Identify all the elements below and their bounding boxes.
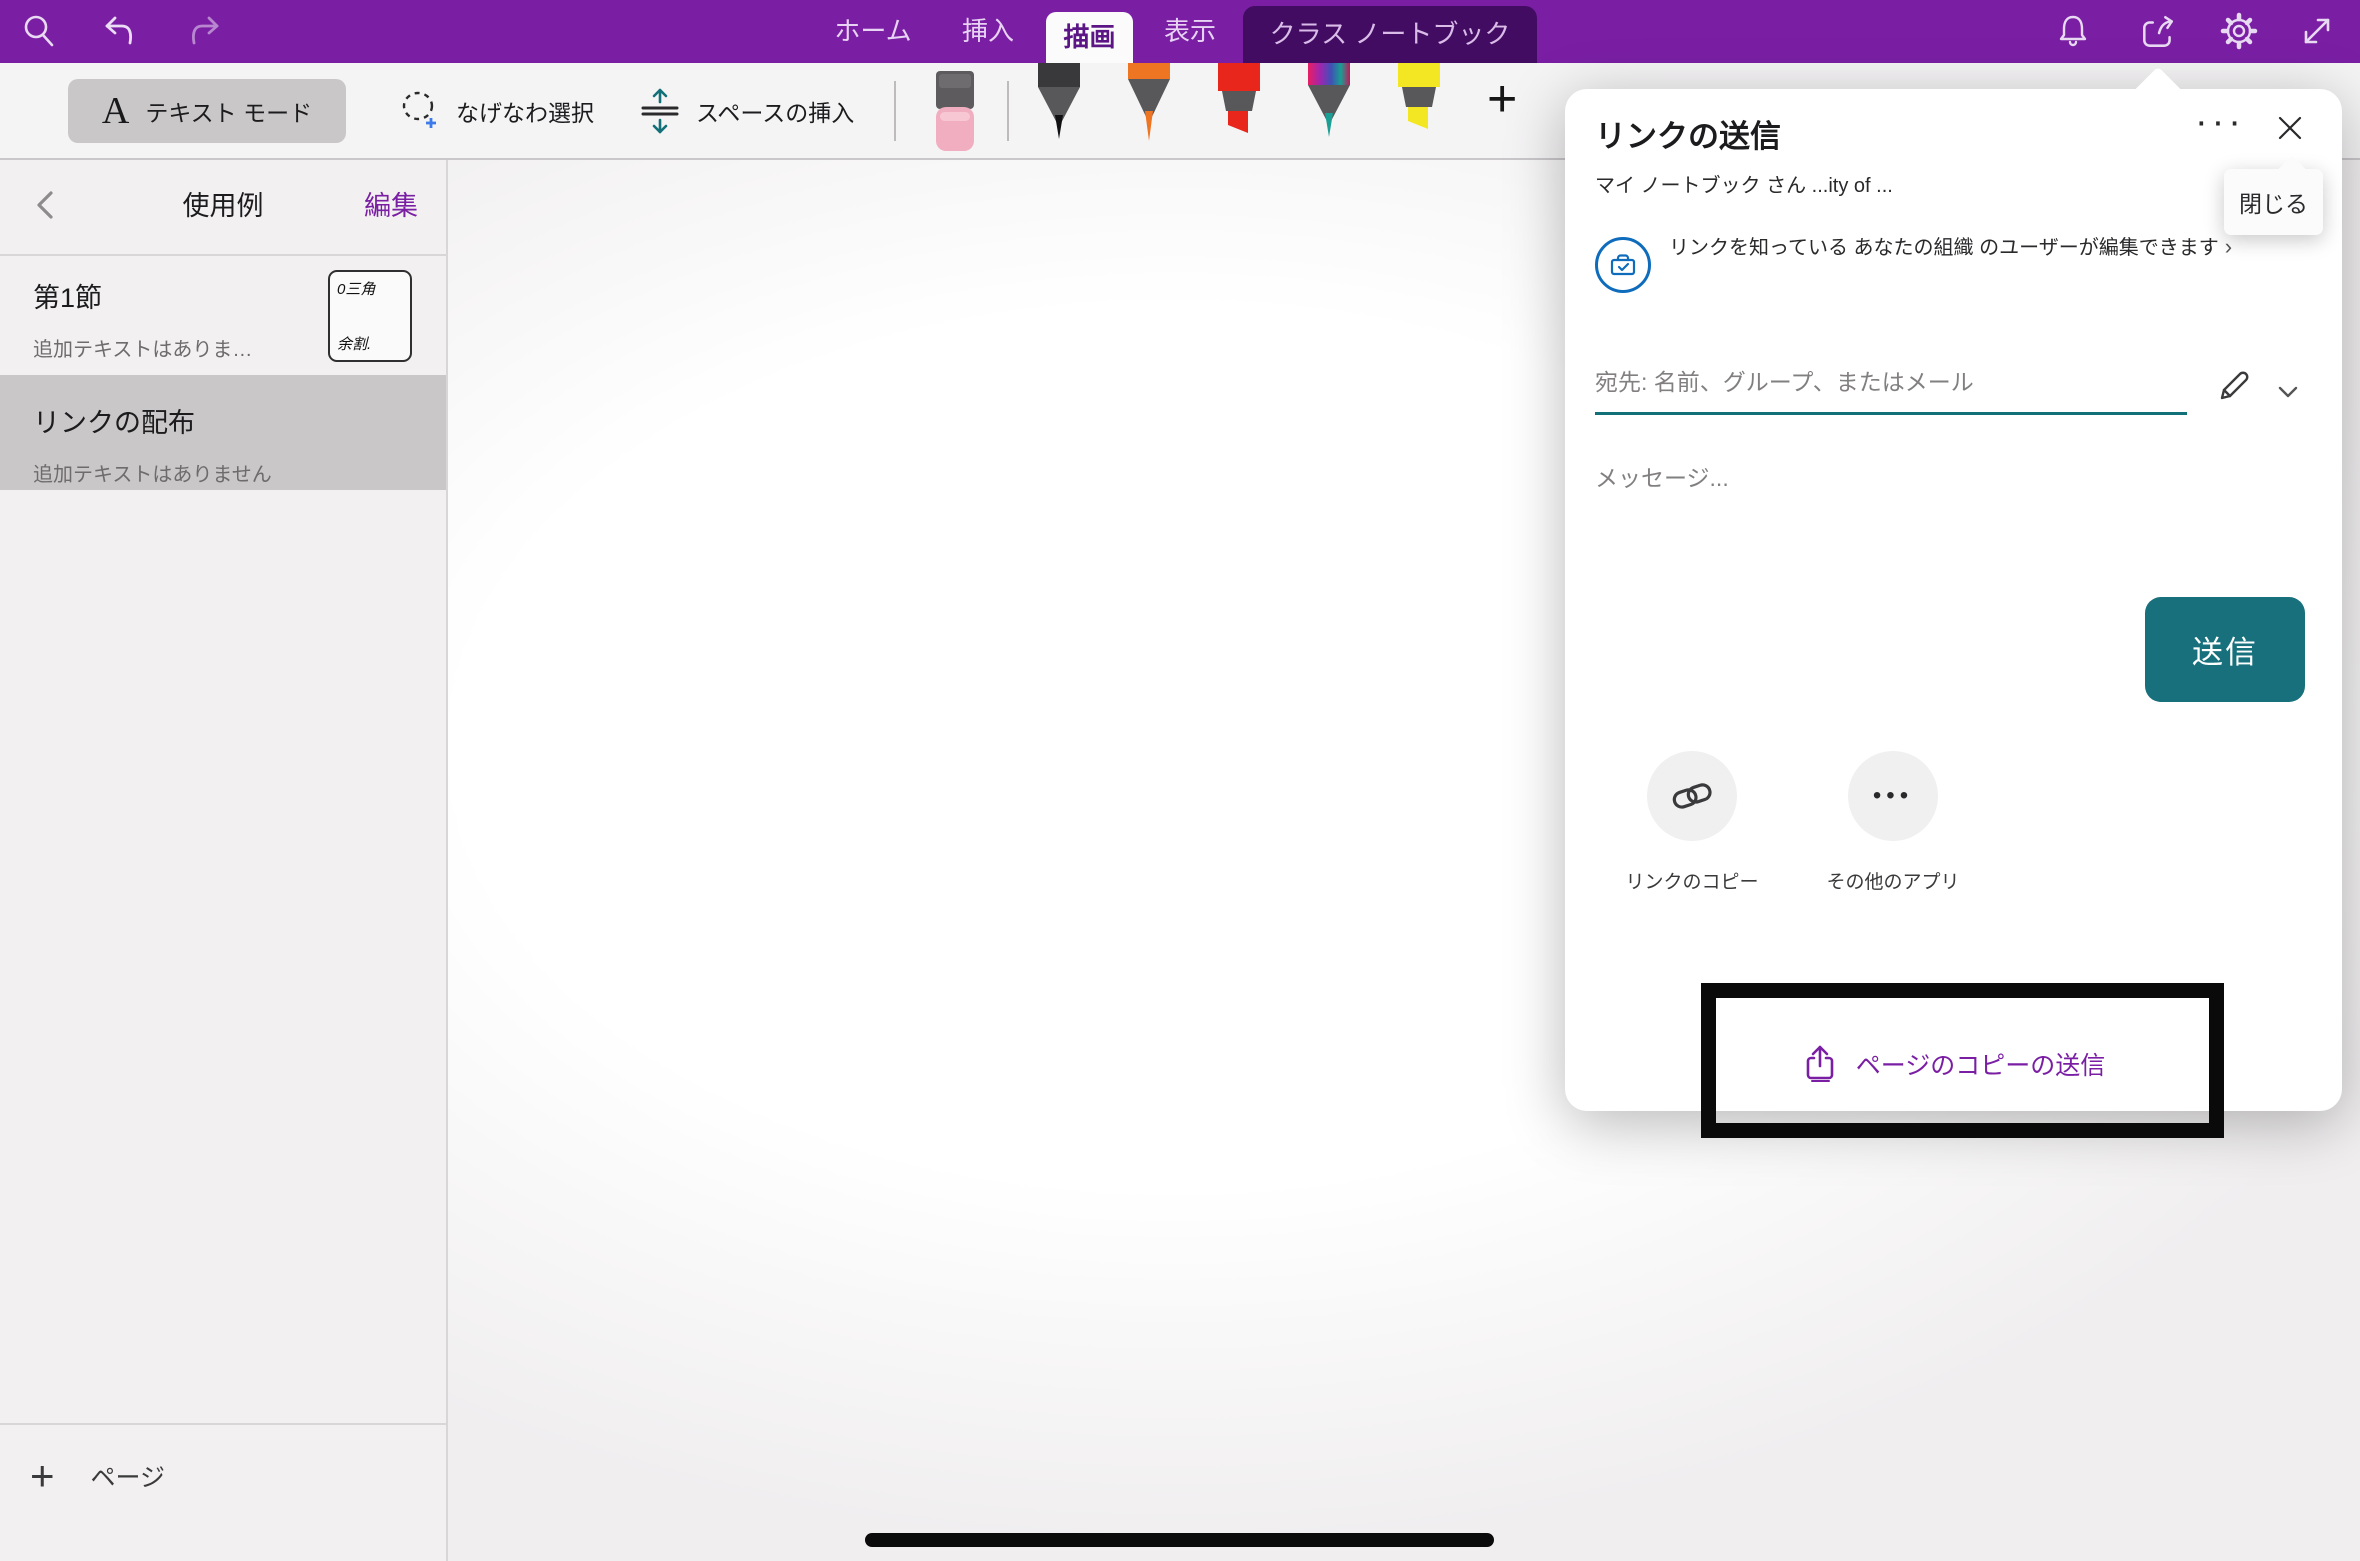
insert-space-label: スペースの挿入 <box>696 94 854 128</box>
share-icon[interactable] <box>2138 12 2176 50</box>
top-app-bar: ホーム 挿入 描画 表示 クラス ノートブック <box>0 0 2360 63</box>
redo-icon[interactable] <box>184 12 222 50</box>
text-mode-button[interactable]: A テキスト モード <box>68 79 346 143</box>
message-field <box>1595 457 2155 500</box>
page-list-item-selected[interactable]: リンクの配布 追加テキストはありません <box>0 375 446 490</box>
ellipsis-icon: ••• <box>1873 782 1913 810</box>
page-title: リンクの配布 <box>33 401 446 440</box>
home-indicator-bar[interactable] <box>865 1533 1494 1547</box>
permission-text: リンクを知っている あなたの組織 のユーザーが編集できます› <box>1669 229 2269 293</box>
copy-link-button[interactable]: リンクのコピー <box>1612 751 1772 894</box>
page-subtitle: 追加テキストはありません <box>33 458 446 487</box>
search-icon[interactable] <box>20 12 58 50</box>
rainbow-pen-tool[interactable] <box>1298 63 1360 151</box>
recipient-input[interactable] <box>1595 361 2187 415</box>
close-tooltip: 閉じる <box>2224 169 2323 235</box>
page-list-item[interactable]: 第1節 追加テキストはありま… 0三角 余割. <box>0 258 446 375</box>
undo-icon[interactable] <box>102 12 140 50</box>
lasso-select-label: なげなわ選択 <box>456 94 594 128</box>
tab-draw-selected[interactable]: 描画 <box>1046 12 1133 63</box>
chevron-down-icon[interactable] <box>2275 379 2301 405</box>
add-page-button[interactable]: + ページ <box>0 1423 446 1497</box>
text-mode-label: テキスト モード <box>145 94 312 128</box>
insert-space-button[interactable]: スペースの挿入 <box>638 63 854 158</box>
pencil-icon[interactable] <box>2215 367 2253 405</box>
plus-icon: + <box>30 1455 55 1497</box>
tab-class-notebook[interactable]: クラス ノートブック <box>1243 6 1537 63</box>
pen-tray <box>1028 63 1450 151</box>
panel-title: リンクの送信 <box>1595 111 1781 156</box>
organization-briefcase-icon <box>1595 237 1651 293</box>
lasso-icon <box>398 90 442 132</box>
send-link-panel: リンクの送信 ··· マイ ノートブック さん ...ity of ... リン… <box>1565 89 2342 1111</box>
other-apps-label: その他のアプリ <box>1813 867 1973 894</box>
toolbar-divider <box>894 81 896 141</box>
tooltip-label: 閉じる <box>2239 185 2308 219</box>
black-pen-tool[interactable] <box>1028 63 1090 151</box>
settings-gear-icon[interactable] <box>2220 12 2258 50</box>
insert-space-icon <box>638 87 682 135</box>
fullscreen-expand-icon[interactable] <box>2298 12 2336 50</box>
text-mode-a-icon: A <box>102 89 129 133</box>
close-icon[interactable] <box>2273 111 2307 145</box>
tab-home[interactable]: ホーム <box>818 0 928 63</box>
tab-insert[interactable]: 挿入 <box>938 0 1038 63</box>
more-options-icon[interactable]: ··· <box>2195 101 2245 144</box>
link-permission-row[interactable]: リンクを知っている あなたの組織 のユーザーが編集できます› <box>1595 229 2269 293</box>
message-input[interactable] <box>1595 457 2155 500</box>
lasso-select-button[interactable]: なげなわ選択 <box>398 63 594 158</box>
annotation-highlight-rectangle <box>1701 983 2224 1138</box>
add-pen-button[interactable]: + <box>1487 73 1517 125</box>
orange-pen-tool[interactable] <box>1118 63 1180 151</box>
red-marker-tool[interactable] <box>1208 63 1270 151</box>
toolbar-divider <box>1007 81 1009 141</box>
onenote-app-screen: ホーム 挿入 描画 表示 クラス ノートブック <box>0 0 2360 1561</box>
page-thumbnail: 0三角 余割. <box>328 270 412 362</box>
sidebar-header: 使用例 編集 <box>0 158 446 256</box>
thumbnail-handwriting-line: 0三角 <box>337 278 403 299</box>
notifications-bell-icon[interactable] <box>2054 12 2092 50</box>
thumbnail-handwriting-line: 余割. <box>337 333 403 354</box>
tab-view[interactable]: 表示 <box>1140 0 1240 63</box>
other-apps-button[interactable]: ••• その他のアプリ <box>1813 751 1973 894</box>
link-icon <box>1669 773 1715 819</box>
add-page-label: ページ <box>91 1458 166 1494</box>
recipient-field <box>1595 361 2187 415</box>
copy-link-label: リンクのコピー <box>1612 867 1772 894</box>
page-list-sidebar: 使用例 編集 第1節 追加テキストはありま… 0三角 余割. リンクの配布 追加… <box>0 158 448 1561</box>
notebook-subtitle: マイ ノートブック さん ...ity of ... <box>1595 169 1893 198</box>
edit-button[interactable]: 編集 <box>364 158 418 254</box>
eraser-tool[interactable] <box>930 71 980 153</box>
chevron-right-icon: › <box>2219 234 2232 259</box>
send-button[interactable]: 送信 <box>2145 597 2305 702</box>
yellow-highlighter-tool[interactable] <box>1388 63 1450 151</box>
